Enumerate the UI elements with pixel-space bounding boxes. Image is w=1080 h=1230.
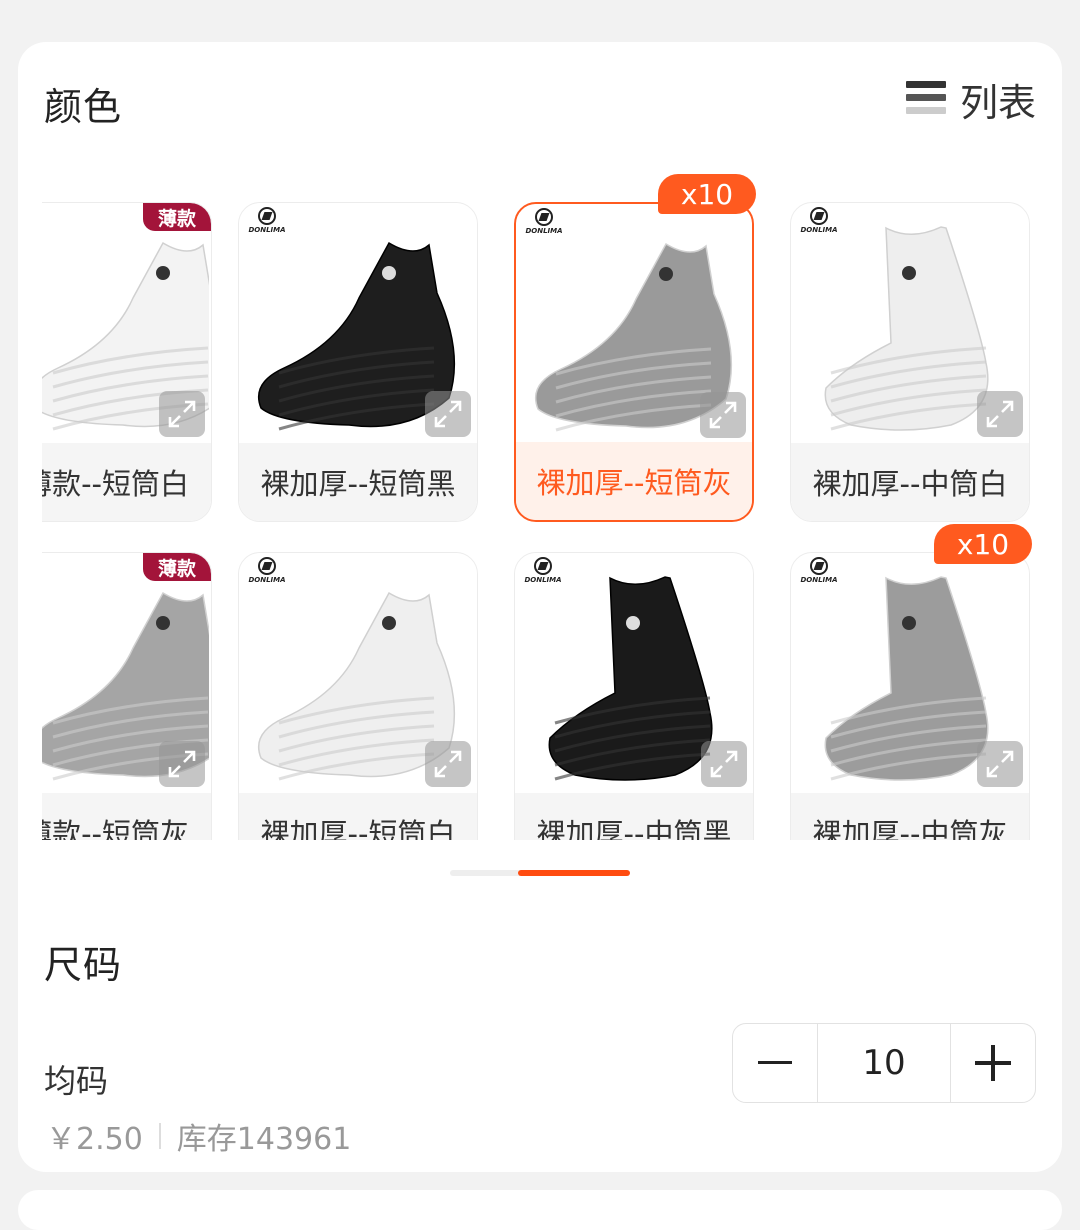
increment-button[interactable] — [951, 1024, 1035, 1102]
brand-text: DONLIMA — [248, 226, 286, 234]
color-option-label: 裸加厚--中筒黑 — [515, 793, 753, 840]
color-option-tile[interactable]: DONLIMA 裸加厚--中筒灰 — [790, 552, 1030, 840]
expand-icon[interactable] — [425, 741, 471, 787]
size-section-title: 尺码 — [44, 943, 123, 987]
expand-icon[interactable] — [159, 391, 205, 437]
color-option-label: 裸加厚--中筒灰 — [791, 793, 1029, 840]
divider — [158, 1123, 161, 1149]
brand-logo: DONLIMA — [245, 557, 289, 584]
color-option-label: 薄款--短筒白 — [42, 443, 211, 521]
color-option-tile[interactable]: 薄款薄款--短筒白 — [42, 202, 212, 522]
color-option-label: 裸加厚--中筒白 — [791, 443, 1029, 521]
expand-icon[interactable] — [977, 741, 1023, 787]
page-indicator-active — [518, 870, 630, 876]
sku-selector-card: 颜色 列表 薄款薄款--短筒白 DONLIMA裸加厚--短筒黑 DONLIMA裸… — [18, 42, 1062, 1172]
brand-text: DONLIMA — [800, 226, 838, 234]
color-option-label: 薄款--短筒灰 — [42, 793, 211, 840]
expand-icon[interactable] — [700, 392, 746, 438]
selected-quantity-badge: x10 — [934, 524, 1032, 564]
thin-style-badge: 薄款 — [143, 203, 211, 231]
expand-icon[interactable] — [701, 741, 747, 787]
color-option-tile[interactable]: DONLIMA 裸加厚--中筒黑 — [514, 552, 754, 840]
unit-price: ￥2.50 — [46, 1122, 143, 1157]
page-indicator — [450, 870, 630, 876]
list-view-label: 列表 — [959, 80, 1036, 125]
price-row: ￥2.50 库存143961 — [46, 1114, 351, 1158]
brand-logo: DONLIMA — [521, 557, 565, 584]
quantity-stepper[interactable]: 10 — [732, 1023, 1036, 1103]
decrement-button[interactable] — [733, 1024, 817, 1102]
expand-icon[interactable] — [425, 391, 471, 437]
color-option-tile[interactable]: 薄款薄款--短筒灰 — [42, 552, 212, 840]
color-section-title: 颜色 — [44, 85, 123, 129]
color-options-grid[interactable]: 薄款薄款--短筒白 DONLIMA裸加厚--短筒黑 DONLIMA裸加厚--短筒… — [42, 160, 1042, 840]
color-option-tile[interactable]: DONLIMA 裸加厚--短筒灰 — [514, 202, 754, 522]
brand-logo: DONLIMA — [797, 207, 841, 234]
color-option-tile[interactable]: DONLIMA 裸加厚--短筒黑 — [238, 202, 478, 522]
minus-icon — [758, 1061, 792, 1064]
expand-icon[interactable] — [159, 741, 205, 787]
color-option-label: 裸加厚--短筒黑 — [239, 443, 477, 521]
next-card-edge — [18, 1190, 1062, 1230]
expand-icon[interactable] — [977, 391, 1023, 437]
brand-text: DONLIMA — [524, 576, 562, 584]
stock-count: 库存143961 — [176, 1122, 352, 1157]
brand-logo: DONLIMA — [797, 557, 841, 584]
list-view-toggle[interactable]: 列表 — [905, 74, 1036, 125]
color-option-label: 裸加厚--短筒灰 — [516, 442, 752, 520]
brand-text: DONLIMA — [800, 576, 838, 584]
color-option-tile[interactable]: DONLIMA 裸加厚--中筒白 — [790, 202, 1030, 522]
selected-quantity-badge: x10 — [658, 174, 756, 214]
brand-text: DONLIMA — [248, 576, 286, 584]
list-icon — [905, 79, 946, 119]
thin-style-badge: 薄款 — [143, 553, 211, 581]
size-option-name: 均码 — [44, 1062, 109, 1100]
brand-text: DONLIMA — [525, 227, 563, 235]
color-option-tile[interactable]: DONLIMA 裸加厚--短筒白 — [238, 552, 478, 840]
color-option-label: 裸加厚--短筒白 — [239, 793, 477, 840]
plus-icon — [975, 1045, 1011, 1081]
brand-logo: DONLIMA — [245, 207, 289, 234]
quantity-value[interactable]: 10 — [817, 1024, 951, 1102]
brand-logo: DONLIMA — [522, 208, 566, 235]
